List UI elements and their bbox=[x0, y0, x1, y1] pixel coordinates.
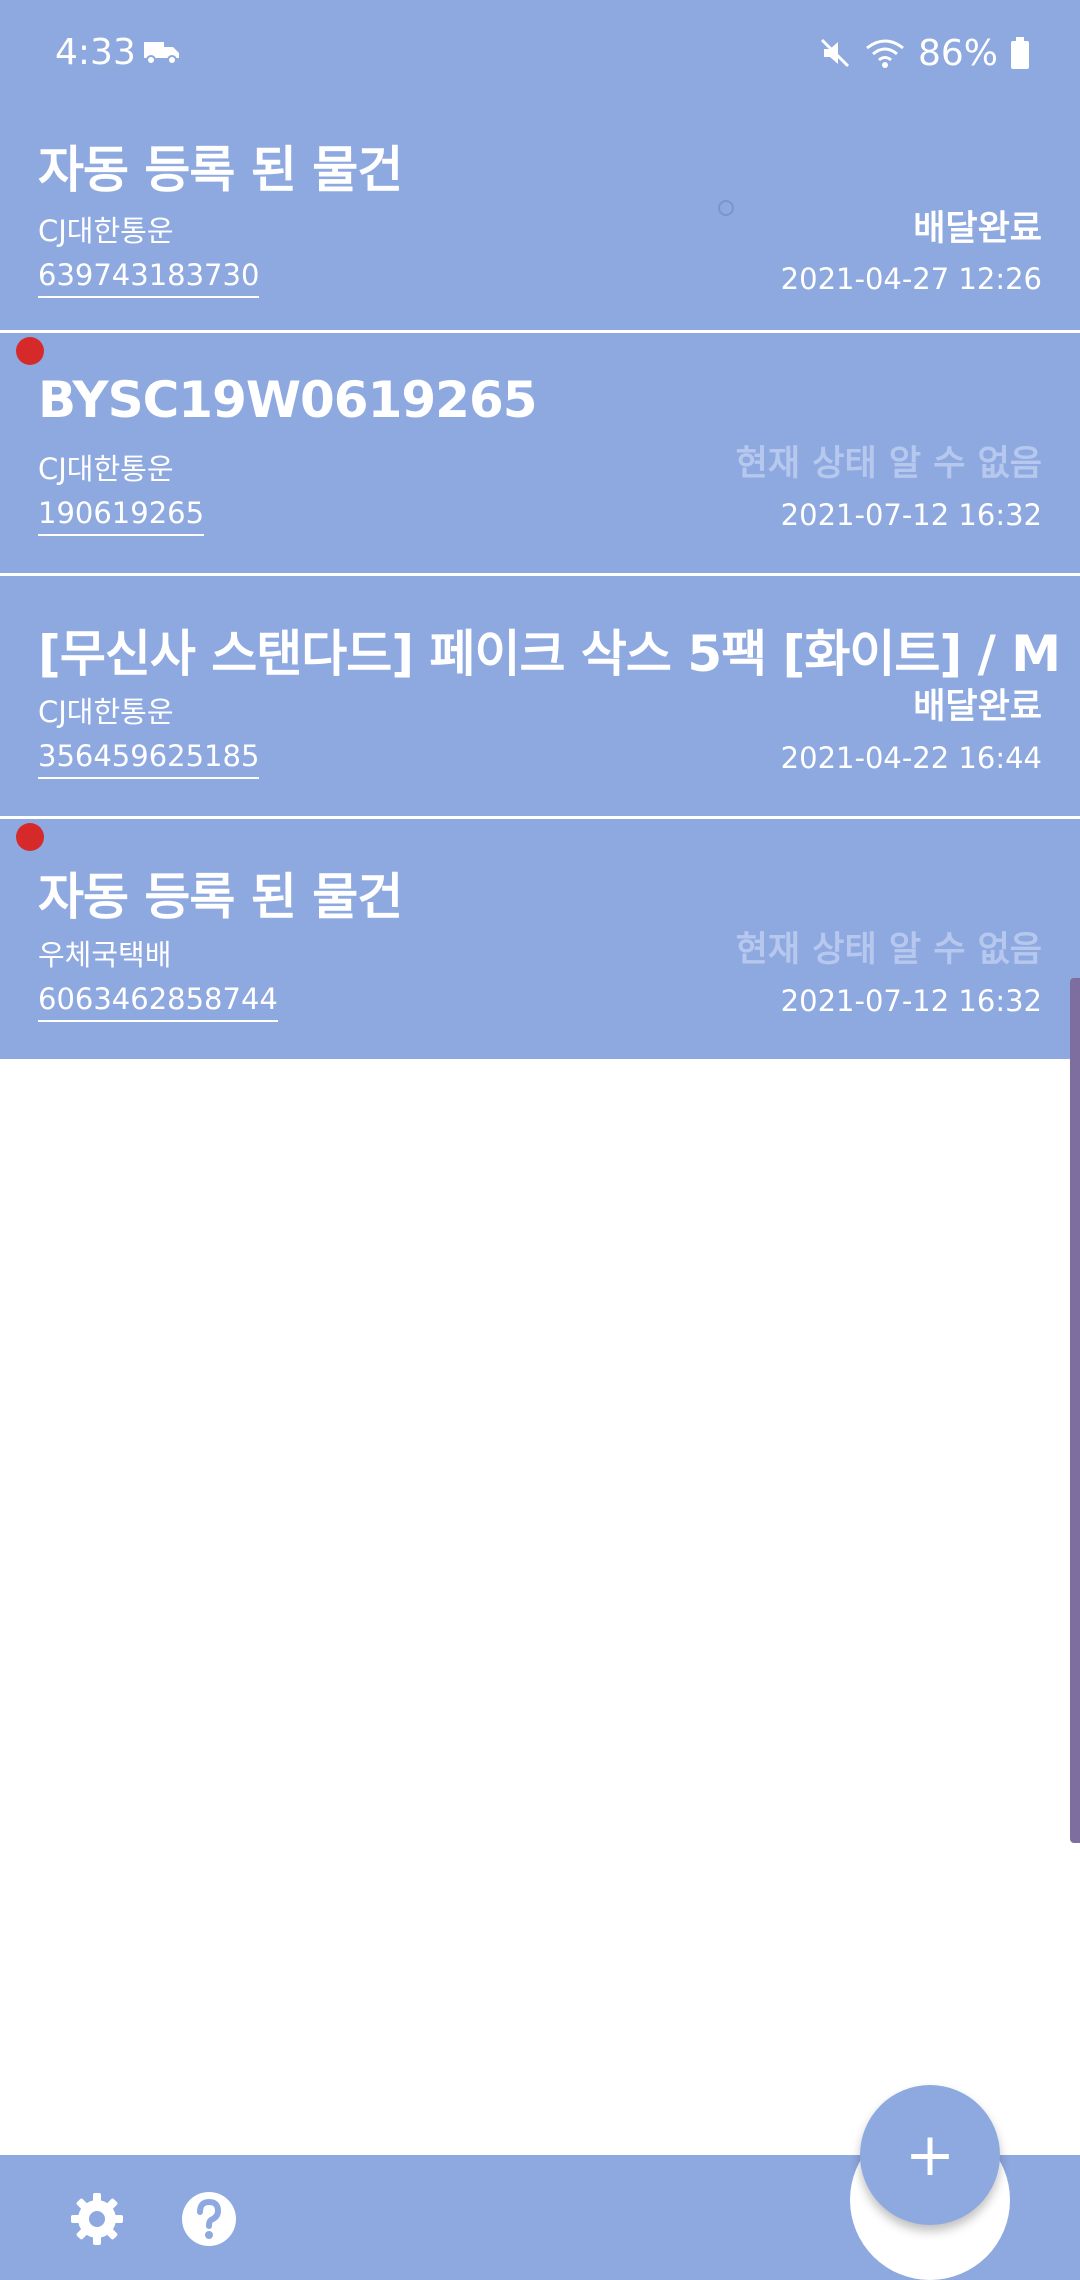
parcel-title: 자동 등록 된 물건 bbox=[38, 141, 403, 199]
tracking-number-link[interactable]: 190619265 bbox=[38, 496, 205, 536]
parcel-date: 2021-04-27 12:26 bbox=[780, 262, 1042, 296]
status-bar: 4:33 86% bbox=[0, 0, 1080, 110]
status-icons: 86% bbox=[818, 28, 1030, 78]
parcel-date: 2021-07-12 16:32 bbox=[780, 984, 1042, 1018]
parcel-item[interactable]: 자동 등록 된 물건 우체국택배 6063462858744 현재 상태 알 수… bbox=[0, 819, 1080, 1059]
wifi-icon bbox=[866, 39, 904, 68]
parcel-carrier: 우체국택배 bbox=[38, 938, 172, 972]
parcel-list: 자동 등록 된 물건 CJ대한통운 639743183730 배달완료 2021… bbox=[0, 110, 1080, 1059]
parcel-title: 자동 등록 된 물건 bbox=[38, 868, 403, 926]
parcel-status: 현재 상태 알 수 없음 bbox=[735, 930, 1042, 970]
plus-icon: + bbox=[904, 2120, 956, 2190]
tracking-number-link[interactable]: 639743183730 bbox=[38, 258, 260, 298]
parcel-carrier: CJ대한통운 bbox=[38, 695, 174, 729]
parcel-title: [무신사 스탠다드] 페이크 삭스 5팩 [화이트] / M bbox=[38, 625, 1061, 683]
battery-percent: 86% bbox=[917, 32, 998, 74]
parcel-status: 배달완료 bbox=[913, 209, 1042, 249]
mute-icon bbox=[820, 38, 850, 68]
add-parcel-button[interactable]: + bbox=[860, 2085, 1000, 2225]
unread-dot bbox=[16, 337, 44, 365]
settings-button[interactable] bbox=[68, 2190, 126, 2248]
parcel-carrier: CJ대한통운 bbox=[38, 452, 174, 486]
parcel-date: 2021-04-22 16:44 bbox=[780, 741, 1042, 775]
tracking-number-link[interactable]: 356459625185 bbox=[38, 739, 260, 779]
status-time: 4:33 bbox=[55, 32, 136, 73]
parcel-item[interactable]: BYSC19W0619265 CJ대한통운 190619265 현재 상태 알 … bbox=[0, 333, 1080, 576]
parcel-item[interactable]: [무신사 스탠다드] 페이크 삭스 5팩 [화이트] / M CJ대한통운 35… bbox=[0, 576, 1080, 819]
help-icon bbox=[182, 2192, 236, 2246]
gear-icon bbox=[71, 2193, 123, 2245]
parcel-status: 현재 상태 알 수 없음 bbox=[735, 444, 1042, 484]
parcel-status: 배달완료 bbox=[913, 687, 1042, 727]
parcel-carrier: CJ대한통운 bbox=[38, 214, 174, 248]
help-button[interactable] bbox=[180, 2190, 238, 2248]
parcel-item[interactable]: 자동 등록 된 물건 CJ대한통운 639743183730 배달완료 2021… bbox=[0, 110, 1080, 333]
parcel-title: BYSC19W0619265 bbox=[38, 371, 538, 429]
unread-dot bbox=[16, 823, 44, 851]
scrollbar-thumb[interactable] bbox=[1070, 978, 1080, 1843]
battery-icon bbox=[1011, 37, 1029, 69]
truck-icon bbox=[144, 42, 179, 65]
parcel-date: 2021-07-12 16:32 bbox=[780, 498, 1042, 532]
tracking-number-link[interactable]: 6063462858744 bbox=[38, 982, 278, 1022]
ripple-dot bbox=[718, 200, 734, 216]
